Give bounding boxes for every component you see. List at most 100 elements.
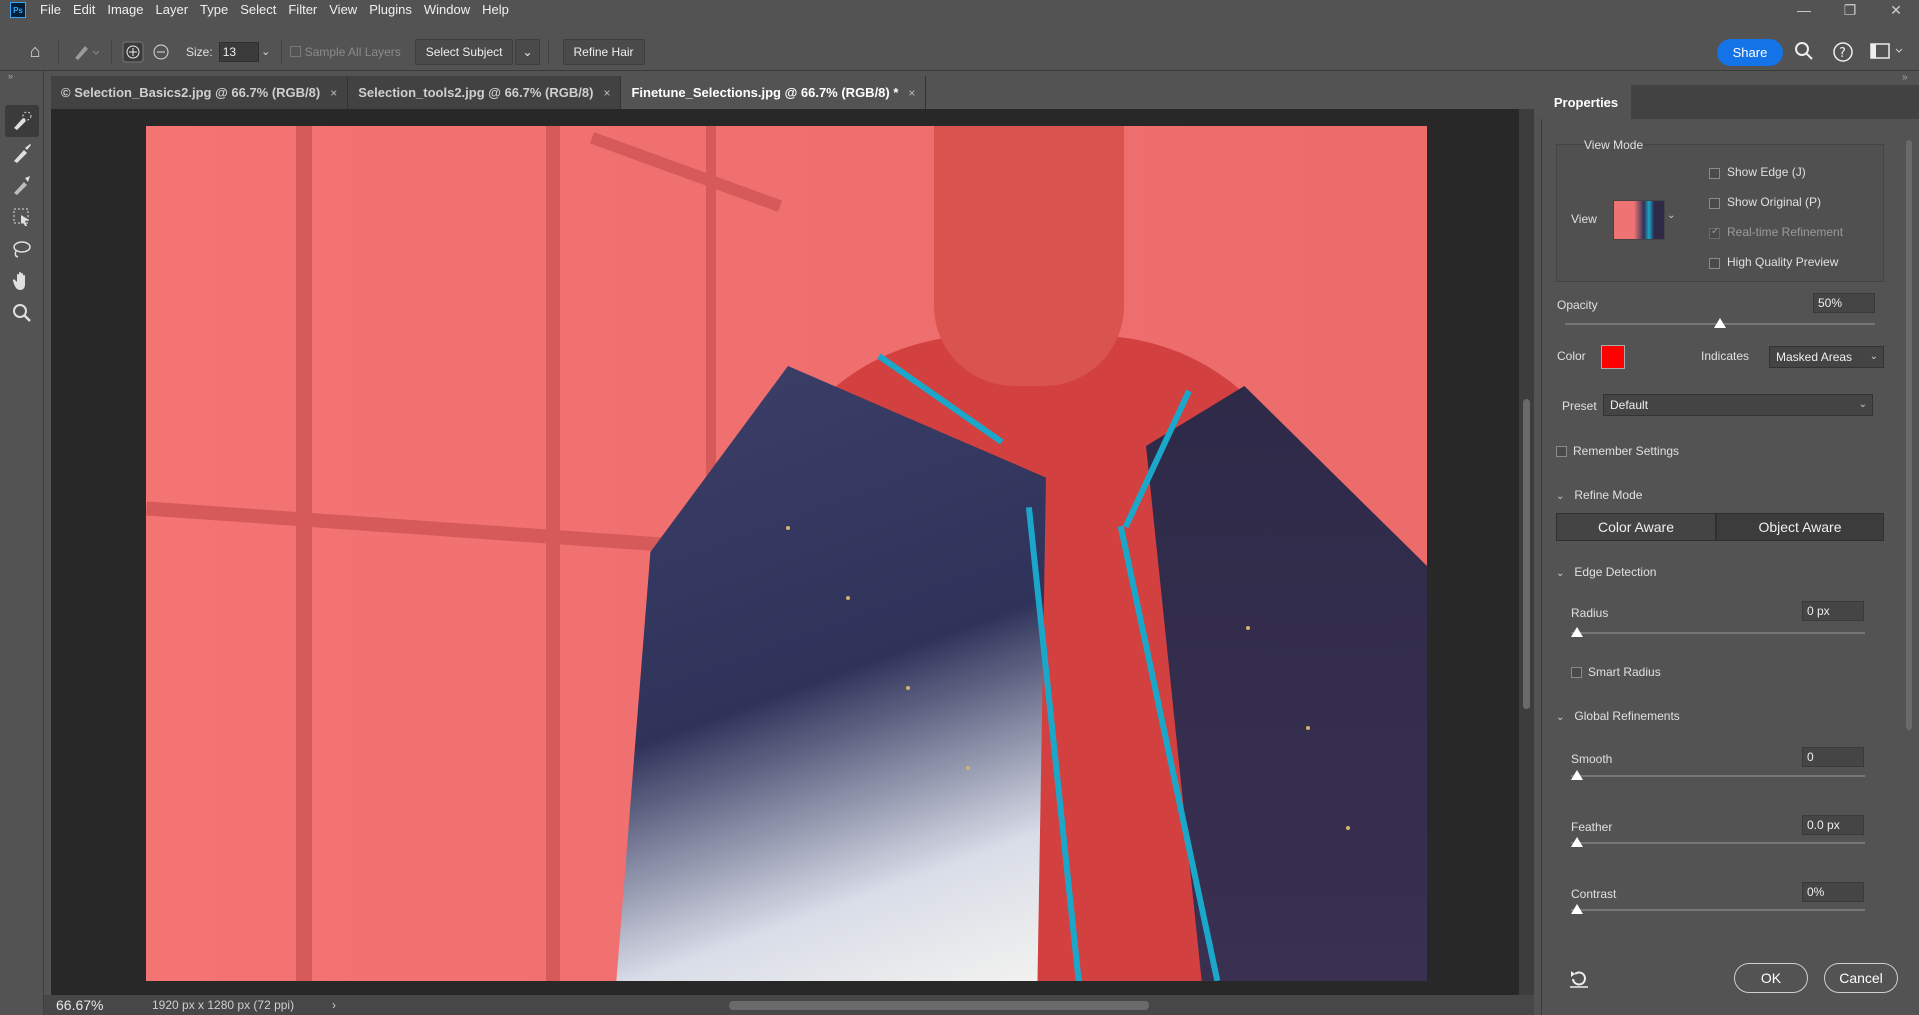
canvas-horizontal-scrollbar[interactable] bbox=[354, 999, 1524, 1011]
show-edge-label: Show Edge (J) bbox=[1727, 165, 1806, 179]
smart-radius-checkbox[interactable] bbox=[1571, 667, 1582, 678]
scroll-thumb[interactable] bbox=[1906, 140, 1912, 730]
feather-input[interactable]: 0.0 px bbox=[1802, 815, 1864, 835]
subtract-from-selection-icon[interactable] bbox=[146, 42, 176, 62]
object-aware-button[interactable]: Object Aware bbox=[1716, 513, 1884, 541]
window-controls: — ❐ ✕ bbox=[1781, 0, 1919, 20]
document-image[interactable] bbox=[146, 126, 1427, 981]
menu-view[interactable]: View bbox=[329, 0, 357, 20]
opacity-input[interactable]: 50% bbox=[1813, 293, 1875, 313]
quick-selection-tool-icon[interactable] bbox=[5, 105, 39, 137]
tab-finetune-selections[interactable]: Finetune_Selections.jpg @ 66.7% (RGB/8) … bbox=[621, 76, 927, 109]
color-aware-button[interactable]: Color Aware bbox=[1556, 513, 1716, 541]
menu-help[interactable]: Help bbox=[482, 0, 509, 20]
hand-tool-icon[interactable] bbox=[5, 265, 39, 297]
tab-selection-basics2[interactable]: © Selection_Basics2.jpg @ 66.7% (RGB/8) … bbox=[51, 76, 349, 109]
cancel-button[interactable]: Cancel bbox=[1824, 963, 1898, 993]
menu-edit[interactable]: Edit bbox=[73, 0, 95, 20]
overlay-color-swatch[interactable] bbox=[1601, 345, 1625, 369]
realtime-refinement-checkbox[interactable] bbox=[1709, 226, 1720, 239]
menu-layer[interactable]: Layer bbox=[156, 0, 189, 20]
show-edge-checkbox[interactable] bbox=[1709, 168, 1720, 179]
add-to-selection-icon[interactable] bbox=[120, 41, 146, 63]
search-icon[interactable] bbox=[1794, 41, 1814, 61]
brush-tool-icon[interactable] bbox=[5, 137, 39, 169]
menu-type[interactable]: Type bbox=[200, 0, 228, 20]
select-subject-dropdown[interactable]: ⌄ bbox=[515, 38, 540, 65]
home-icon[interactable]: ⌂ bbox=[20, 41, 50, 62]
high-quality-preview-checkbox[interactable] bbox=[1709, 258, 1720, 269]
global-refinements-section[interactable]: ⌄ Global Refinements bbox=[1556, 709, 1680, 723]
close-tab-icon[interactable]: × bbox=[330, 86, 337, 100]
canvas-area[interactable] bbox=[51, 109, 1519, 995]
smooth-slider-handle[interactable] bbox=[1571, 770, 1583, 780]
minimize-button[interactable]: — bbox=[1781, 0, 1827, 20]
sequin bbox=[846, 596, 850, 600]
feather-slider-handle[interactable] bbox=[1571, 837, 1583, 847]
status-menu-arrow[interactable]: › bbox=[332, 998, 336, 1012]
close-window-button[interactable]: ✕ bbox=[1873, 0, 1919, 20]
canvas-vertical-scrollbar[interactable] bbox=[1519, 109, 1534, 995]
menu-file[interactable]: File bbox=[40, 0, 61, 20]
menu-filter[interactable]: Filter bbox=[288, 0, 317, 20]
radius-slider-track[interactable] bbox=[1571, 632, 1865, 634]
brush-preset-icon[interactable] bbox=[67, 42, 103, 62]
help-icon[interactable]: ? bbox=[1832, 41, 1854, 63]
collapse-icon[interactable]: » bbox=[0, 71, 43, 81]
chevron-down-icon: ⌄ bbox=[1556, 491, 1565, 502]
refine-edge-brush-icon[interactable] bbox=[5, 169, 39, 201]
radius-slider-handle[interactable] bbox=[1571, 627, 1583, 637]
panel-collapse-icon[interactable]: » bbox=[1902, 72, 1908, 83]
zoom-level[interactable]: 66.67% bbox=[56, 997, 134, 1013]
photoshop-logo: Ps bbox=[10, 2, 26, 18]
scroll-thumb[interactable] bbox=[1523, 399, 1530, 709]
menu-select[interactable]: Select bbox=[240, 0, 276, 20]
share-button[interactable]: Share bbox=[1717, 39, 1783, 66]
preset-dropdown[interactable]: Default ⌄ bbox=[1603, 394, 1873, 416]
zoom-tool-icon[interactable] bbox=[5, 297, 39, 329]
select-subject-button[interactable]: Select Subject bbox=[414, 38, 514, 65]
workspace-icon[interactable] bbox=[1870, 42, 1904, 60]
sample-all-layers-checkbox[interactable] bbox=[289, 46, 301, 57]
view-mode-title: View Mode bbox=[1584, 138, 1644, 152]
tab-label: Selection_tools2.jpg @ 66.7% (RGB/8) bbox=[358, 85, 594, 100]
radius-input[interactable]: 0 px bbox=[1802, 601, 1864, 621]
lasso-tool-icon[interactable] bbox=[5, 233, 39, 265]
restore-button[interactable]: ❐ bbox=[1827, 0, 1873, 20]
smooth-slider-track[interactable] bbox=[1571, 775, 1865, 777]
menu-image[interactable]: Image bbox=[107, 0, 143, 20]
menu-window[interactable]: Window bbox=[424, 0, 470, 20]
tab-selection-tools2[interactable]: Selection_tools2.jpg @ 66.7% (RGB/8) × bbox=[348, 76, 622, 109]
window-mullion bbox=[296, 126, 312, 981]
ok-button[interactable]: OK bbox=[1734, 963, 1808, 993]
contrast-label: Contrast bbox=[1571, 887, 1617, 901]
tab-label: Finetune_Selections.jpg @ 66.7% (RGB/8) … bbox=[631, 85, 899, 100]
contrast-slider-track[interactable] bbox=[1571, 909, 1865, 911]
menu-plugins[interactable]: Plugins bbox=[369, 0, 412, 20]
close-tab-icon[interactable]: × bbox=[603, 86, 610, 100]
chevron-down-icon[interactable]: ⌄ bbox=[259, 45, 273, 58]
remember-settings-checkbox[interactable] bbox=[1556, 446, 1567, 457]
scroll-thumb[interactable] bbox=[729, 1001, 1149, 1010]
menu-bar: Ps File Edit Image Layer Type Select Fil… bbox=[0, 0, 1919, 20]
feather-slider-track[interactable] bbox=[1571, 842, 1865, 844]
contrast-input[interactable]: 0% bbox=[1802, 882, 1864, 902]
edge-detection-section[interactable]: ⌄ Edge Detection bbox=[1556, 565, 1656, 579]
reset-icon[interactable] bbox=[1568, 968, 1590, 993]
opacity-slider-handle[interactable] bbox=[1714, 318, 1726, 328]
close-tab-icon[interactable]: × bbox=[908, 86, 915, 100]
smooth-input[interactable]: 0 bbox=[1802, 747, 1864, 767]
jacket-left-panel bbox=[616, 366, 1046, 981]
indicates-dropdown[interactable]: Masked Areas ⌄ bbox=[1769, 346, 1884, 368]
object-selection-tool-icon[interactable] bbox=[5, 201, 39, 233]
show-original-label: Show Original (P) bbox=[1727, 195, 1822, 209]
size-input[interactable]: 13 bbox=[218, 41, 259, 62]
tab-properties[interactable]: Properties bbox=[1541, 85, 1631, 119]
refine-hair-button[interactable]: Refine Hair bbox=[562, 38, 645, 65]
panel-scrollbar[interactable] bbox=[1904, 140, 1914, 930]
refine-mode-section[interactable]: ⌄ Refine Mode bbox=[1556, 488, 1642, 502]
chevron-down-icon[interactable]: ⌄ bbox=[1667, 210, 1675, 221]
contrast-slider-handle[interactable] bbox=[1571, 904, 1583, 914]
view-mode-thumbnail[interactable] bbox=[1613, 200, 1665, 240]
show-original-checkbox[interactable] bbox=[1709, 198, 1720, 209]
